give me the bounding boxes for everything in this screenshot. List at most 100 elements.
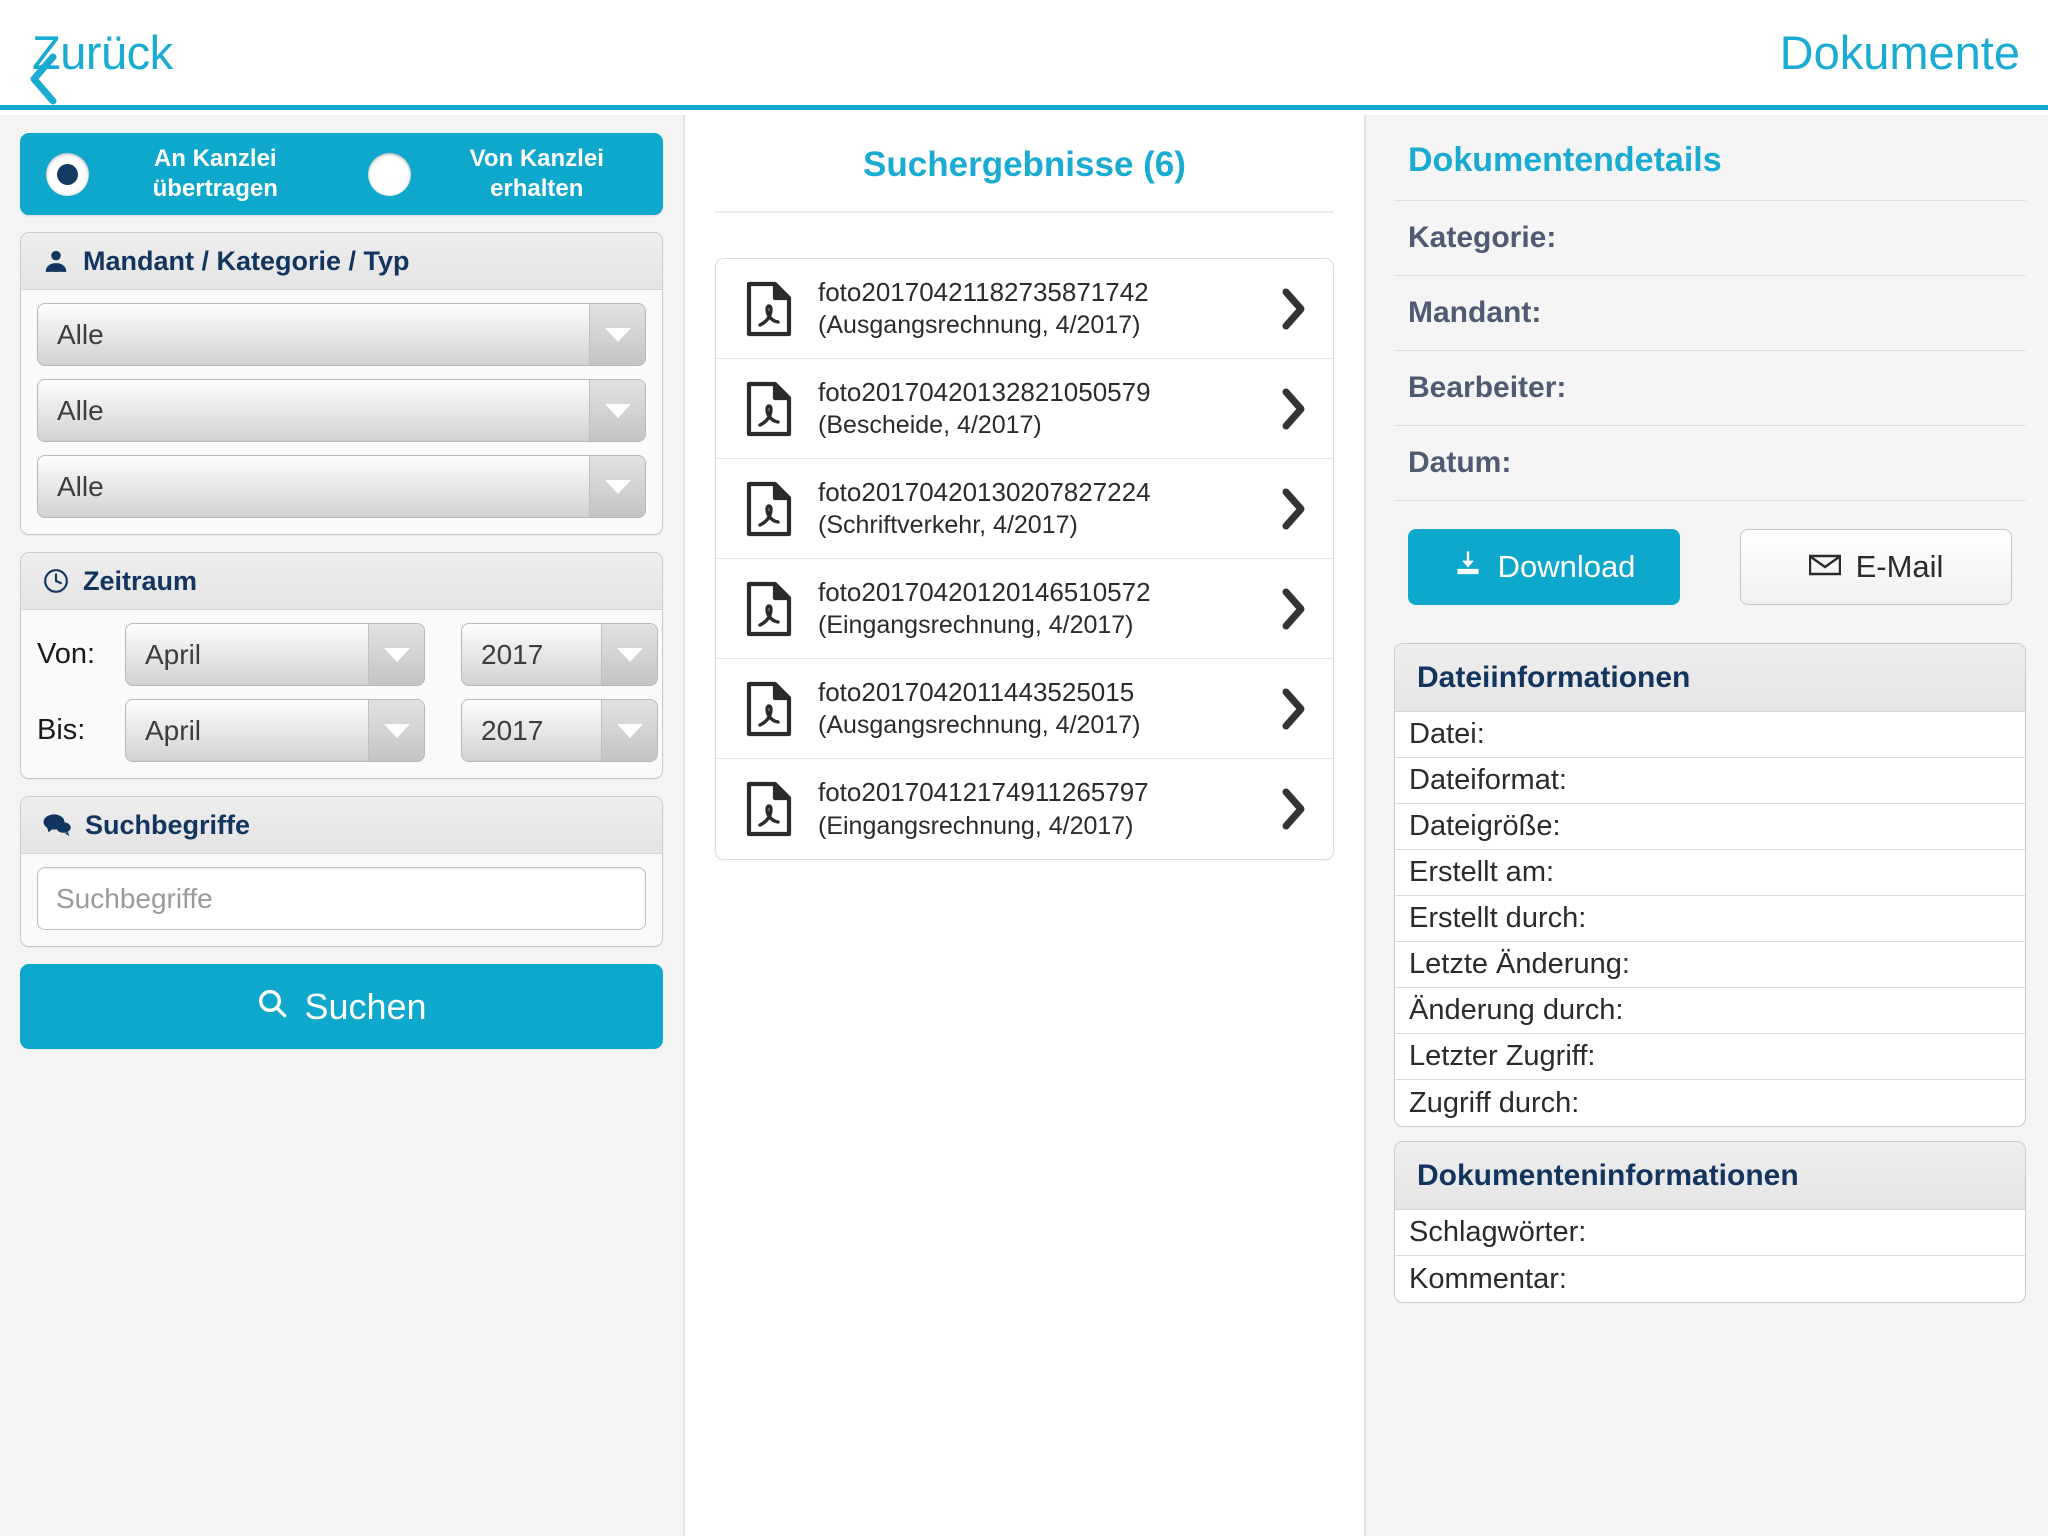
von-year-select[interactable]: 2017 xyxy=(461,623,658,686)
chevron-down-icon[interactable] xyxy=(589,380,645,441)
details-title: Dokumentendetails xyxy=(1408,141,1722,179)
document-information-panel: Dokumenteninformationen Schlagwörter: Ko… xyxy=(1394,1141,2026,1303)
suchbegriffe-panel: Suchbegriffe xyxy=(20,796,663,947)
chevron-down-icon[interactable] xyxy=(368,700,424,761)
chevron-down-icon[interactable] xyxy=(601,624,657,685)
label-line-1: An Kanzlei xyxy=(153,145,277,173)
row-label: Dateiformat: xyxy=(1409,764,1567,796)
chevron-right-icon[interactable] xyxy=(1281,488,1311,530)
kategorie-select[interactable]: Alle xyxy=(37,379,646,442)
detail-label: Datum: xyxy=(1408,446,1512,479)
chevron-down-icon[interactable] xyxy=(589,304,645,365)
result-row[interactable]: foto20170420132821050579 (Bescheide, 4/2… xyxy=(716,359,1333,459)
panel-header: Mandant / Kategorie / Typ xyxy=(21,233,662,290)
row-label: Datei: xyxy=(1409,718,1485,750)
result-text: foto20170420120146510572 (Eingangsrechnu… xyxy=(818,576,1281,641)
pdf-file-icon xyxy=(746,381,792,437)
file-information-panel: Dateiinformationen Datei: Dateiformat: D… xyxy=(1394,643,2026,1127)
result-metadata: (Bescheide, 4/2017) xyxy=(818,411,1042,440)
result-filename: foto20170420130207827224 xyxy=(818,476,1151,507)
file-info-row-datei: Datei: xyxy=(1395,712,2025,758)
transfer-direction-toggle: An Kanzlei übertragen Von Kanzlei erhalt… xyxy=(20,133,663,215)
von-month-select[interactable]: April xyxy=(125,623,425,686)
result-metadata: (Eingangsrechnung, 4/2017) xyxy=(818,611,1134,640)
zeitraum-panel: Zeitraum Von: April 2017 Bis: April 2017 xyxy=(20,552,663,779)
result-text: foto20170420132821050579 (Bescheide, 4/2… xyxy=(818,376,1281,441)
chevron-down-icon[interactable] xyxy=(601,700,657,761)
file-info-row-letzter-zugriff: Letzter Zugriff: xyxy=(1395,1034,2025,1080)
typ-select[interactable]: Alle xyxy=(37,455,646,518)
label-line-2: übertragen xyxy=(152,175,278,202)
bis-month-select[interactable]: April xyxy=(125,699,425,762)
chevron-right-icon[interactable] xyxy=(1281,688,1311,730)
search-icon xyxy=(256,986,288,1028)
pdf-file-icon xyxy=(746,281,792,337)
row-label: Dateigröße: xyxy=(1409,810,1561,842)
doc-info-row-kommentar: Kommentar: xyxy=(1395,1256,2025,1302)
back-button[interactable]: Zurück xyxy=(28,25,173,104)
radio-option-von-kanzlei[interactable]: Von Kanzlei erhalten xyxy=(342,144,664,203)
pdf-file-icon xyxy=(746,681,792,737)
row-label: Erstellt am: xyxy=(1409,856,1555,888)
detail-row-kategorie: Kategorie: xyxy=(1394,200,2026,275)
panel-header: Zeitraum xyxy=(21,553,662,610)
email-button[interactable]: E-Mail xyxy=(1740,529,2012,605)
search-button-label: Suchen xyxy=(304,985,427,1027)
panel-title: Mandant / Kategorie / Typ xyxy=(83,245,410,276)
result-filename: foto20170420132821050579 xyxy=(818,376,1151,407)
page-title: Dokumente xyxy=(1779,26,2020,79)
bis-year-select[interactable]: 2017 xyxy=(461,699,658,762)
radio-von-kanzlei-label: Von Kanzlei erhalten xyxy=(411,144,664,203)
detail-label: Kategorie: xyxy=(1408,221,1557,254)
file-info-row-erstellt-durch: Erstellt durch: xyxy=(1395,896,2025,942)
chevron-right-icon[interactable] xyxy=(1281,388,1311,430)
result-row[interactable]: foto20170412174911265797 (Eingangsrechnu… xyxy=(716,759,1333,859)
result-row[interactable]: foto20170420130207827224 (Schriftverkehr… xyxy=(716,459,1333,559)
download-button-label: Download xyxy=(1497,549,1636,584)
search-input[interactable] xyxy=(37,867,646,930)
download-icon xyxy=(1453,549,1483,585)
result-filename: foto20170421182735871742 xyxy=(818,276,1149,307)
chevron-down-icon[interactable] xyxy=(368,624,424,685)
panel-body: Von: April 2017 Bis: April 2017 xyxy=(21,610,662,778)
radio-von-kanzlei[interactable] xyxy=(367,152,411,196)
result-metadata: (Ausgangsrechnung, 4/2017) xyxy=(818,311,1141,340)
bis-month-value: April xyxy=(145,714,202,746)
result-metadata: (Eingangsrechnung, 4/2017) xyxy=(818,811,1134,840)
row-label: Änderung durch: xyxy=(1409,994,1624,1026)
file-info-row-dateigroesse: Dateigröße: xyxy=(1395,804,2025,850)
kategorie-select-value: Alle xyxy=(57,394,104,426)
radio-option-an-kanzlei[interactable]: An Kanzlei übertragen xyxy=(20,144,342,203)
pdf-file-icon xyxy=(746,781,792,837)
result-row[interactable]: foto2017042011443525015 (Ausgangsrechnun… xyxy=(716,659,1333,759)
chevron-right-icon[interactable] xyxy=(1281,788,1311,830)
row-label: Zugriff durch: xyxy=(1409,1086,1580,1119)
comments-icon xyxy=(43,813,71,837)
chevron-right-icon[interactable] xyxy=(1281,288,1311,330)
file-info-row-zugriff-durch: Zugriff durch: xyxy=(1395,1080,2025,1126)
download-button[interactable]: Download xyxy=(1408,529,1680,605)
panel-header: Suchbegriffe xyxy=(21,797,662,854)
file-info-title: Dateiinformationen xyxy=(1395,644,2025,712)
panel-title: Zeitraum xyxy=(83,565,198,596)
result-metadata: (Schriftverkehr, 4/2017) xyxy=(818,511,1078,540)
mandant-select[interactable]: Alle xyxy=(37,303,646,366)
result-text: foto2017042011443525015 (Ausgangsrechnun… xyxy=(818,676,1281,741)
search-button[interactable]: Suchen xyxy=(20,964,663,1049)
chevron-down-icon[interactable] xyxy=(589,456,645,517)
detail-label: Bearbeiter: xyxy=(1408,371,1567,404)
chevron-right-icon[interactable] xyxy=(1281,588,1311,630)
radio-an-kanzlei-label: An Kanzlei übertragen xyxy=(89,144,342,203)
document-details-panel: Dokumentendetails Kategorie: Mandant: Be… xyxy=(1366,115,2048,1536)
bis-year-value: 2017 xyxy=(481,714,544,746)
radio-an-kanzlei[interactable] xyxy=(46,152,89,196)
result-row[interactable]: foto20170421182735871742 (Ausgangsrechnu… xyxy=(716,259,1333,359)
result-row[interactable]: foto20170420120146510572 (Eingangsrechnu… xyxy=(716,559,1333,659)
bis-date-row: Bis: April 2017 xyxy=(37,699,658,762)
email-button-label: E-Mail xyxy=(1855,549,1944,584)
row-label: Letzter Zugriff: xyxy=(1409,1040,1596,1072)
panel-body: Alle Alle Alle xyxy=(21,290,662,534)
search-results-column: Suchergebnisse (6) foto20170421182735871… xyxy=(683,115,1366,1536)
pdf-file-icon xyxy=(746,581,792,637)
pdf-file-icon xyxy=(746,481,792,537)
